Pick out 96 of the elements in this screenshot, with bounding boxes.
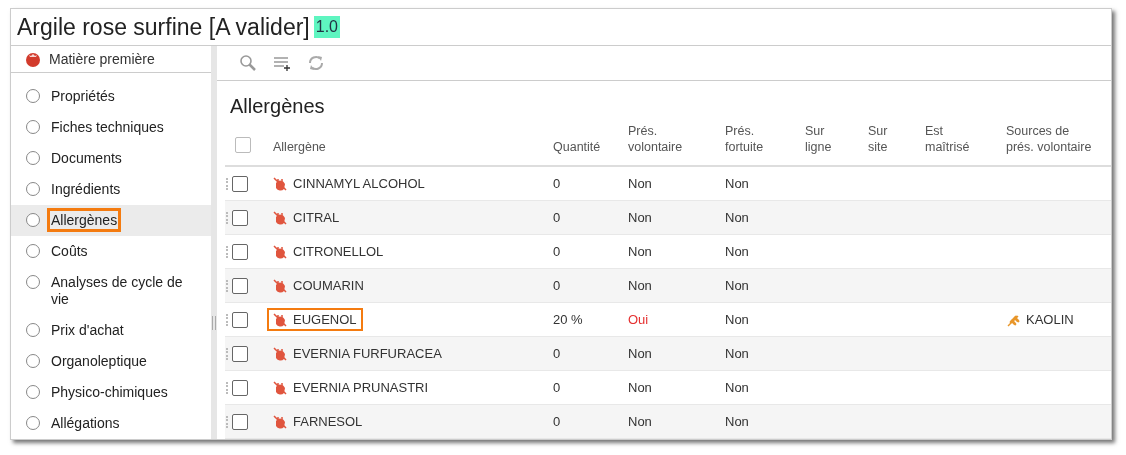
- table-cell-text: Oui: [627, 312, 650, 327]
- table-cell-text: 20 %: [552, 312, 584, 327]
- table-cell-text: Non: [724, 210, 750, 225]
- radio-icon: [26, 89, 40, 103]
- table-cell-text: 0: [552, 414, 562, 429]
- refresh-icon[interactable]: [307, 53, 325, 72]
- search-icon[interactable]: [239, 53, 257, 72]
- table-cell-text: 0: [552, 278, 562, 293]
- sidebar-item[interactable]: Physico-chimiques: [11, 377, 211, 408]
- table-cell-text: Non: [627, 244, 653, 259]
- drag-handle[interactable]: [226, 381, 230, 394]
- no-allergen-icon: [273, 176, 287, 191]
- radio-icon: [26, 213, 40, 227]
- column-header[interactable]: Sur ligne: [799, 123, 862, 155]
- table-cell-text: Non: [627, 380, 653, 395]
- table-cell-text: Non: [627, 176, 653, 191]
- tomato-icon: [25, 51, 41, 67]
- radio-icon: [26, 323, 40, 337]
- row-checkbox[interactable]: [232, 345, 248, 362]
- table-cell: EVERNIA FURFURACEA: [267, 342, 448, 365]
- select-all-checkbox[interactable]: [235, 137, 251, 153]
- sidebar-item[interactable]: Allégations: [11, 408, 211, 439]
- column-header[interactable]: Quantité: [547, 139, 622, 155]
- version-badge: 1.0: [313, 16, 340, 38]
- drag-handle[interactable]: [226, 313, 230, 326]
- table-cell-text: Non: [724, 380, 750, 395]
- row-checkbox[interactable]: [232, 413, 248, 430]
- no-allergen-icon: [273, 210, 287, 225]
- no-allergen-icon: [273, 414, 287, 429]
- column-header[interactable]: Sur site: [862, 123, 919, 155]
- table-cell-text: 0: [552, 210, 562, 225]
- row-checkbox[interactable]: [232, 311, 248, 328]
- radio-icon: [26, 151, 40, 165]
- radio-icon: [26, 416, 40, 430]
- radio-icon: [26, 275, 40, 289]
- sidebar-item[interactable]: Organoleptique: [11, 346, 211, 377]
- column-header[interactable]: Est maîtrisé: [919, 123, 1000, 155]
- row-checkbox[interactable]: [232, 277, 248, 294]
- table-cell-text: Non: [724, 312, 750, 327]
- column-header[interactable]: Sources de prés. volontaire: [1000, 123, 1111, 155]
- window-title: Argile rose surfine [A valider]: [17, 13, 310, 41]
- table-cell-text: Non: [627, 346, 653, 361]
- row-checkbox[interactable]: [232, 175, 248, 192]
- sidebar-item[interactable]: Prix d'achat: [11, 315, 211, 346]
- no-allergen-icon: [273, 346, 287, 361]
- table-cell-text: 0: [552, 380, 562, 395]
- radio-icon: [26, 120, 40, 134]
- row-checkbox[interactable]: [232, 243, 248, 260]
- table-cell-text: Non: [627, 278, 653, 293]
- sidebar-header: Matière première: [49, 51, 155, 67]
- table-cell: COUMARIN: [267, 274, 370, 297]
- sidebar-item[interactable]: Allergènes: [11, 205, 211, 236]
- drag-handle[interactable]: [226, 415, 230, 428]
- sidebar-item[interactable]: Documents: [11, 143, 211, 174]
- table-cell-text: Non: [627, 414, 653, 429]
- no-allergen-icon: [273, 244, 287, 259]
- drag-handle[interactable]: [226, 347, 230, 360]
- no-allergen-icon: [273, 278, 287, 293]
- row-checkbox[interactable]: [232, 379, 248, 396]
- sidebar-item[interactable]: Ingrédients: [11, 174, 211, 205]
- table-cell: CITRONELLOL: [267, 240, 390, 263]
- column-header[interactable]: Allergène: [267, 139, 547, 155]
- sidebar-item[interactable]: Fiches techniques: [11, 112, 211, 143]
- drag-handle[interactable]: [226, 279, 230, 292]
- table-cell: CITRAL: [267, 206, 346, 229]
- sidebar-item[interactable]: Propriétés: [11, 81, 211, 112]
- drag-handle[interactable]: [226, 177, 230, 190]
- table-cell-text: Non: [724, 414, 750, 429]
- column-header[interactable]: Prés. volontaire: [622, 123, 719, 155]
- table-cell: EVERNIA PRUNASTRI: [267, 376, 435, 399]
- drag-handle[interactable]: [226, 211, 230, 224]
- radio-icon: [26, 244, 40, 258]
- no-allergen-icon: [273, 312, 287, 327]
- table-cell-text: Non: [724, 278, 750, 293]
- row-checkbox[interactable]: [232, 209, 248, 226]
- no-allergen-icon: [273, 380, 287, 395]
- table-cell: EUGENOL: [267, 308, 363, 331]
- radio-icon: [26, 354, 40, 368]
- drag-handle[interactable]: [226, 245, 230, 258]
- radio-icon: [26, 385, 40, 399]
- table-cell: KAOLIN: [1000, 312, 1111, 327]
- section-title: Allergènes: [230, 94, 326, 118]
- table-cell-text: Non: [724, 346, 750, 361]
- table-cell: FARNESOL: [267, 410, 369, 433]
- table-cell-text: Non: [724, 176, 750, 191]
- sidebar-item[interactable]: Analyses de cycle de vie: [11, 267, 211, 315]
- table-cell-text: 0: [552, 244, 562, 259]
- table-cell-text: 0: [552, 176, 562, 191]
- table-cell-text: Non: [724, 244, 750, 259]
- column-header[interactable]: Prés. fortuite: [719, 123, 799, 155]
- table-cell: CINNAMYL ALCOHOL: [267, 172, 431, 195]
- sidebar-item[interactable]: Coûts: [11, 236, 211, 267]
- table-cell-text: Non: [627, 210, 653, 225]
- radio-icon: [26, 182, 40, 196]
- table-cell-text: 0: [552, 346, 562, 361]
- splitter-handle[interactable]: [212, 315, 216, 330]
